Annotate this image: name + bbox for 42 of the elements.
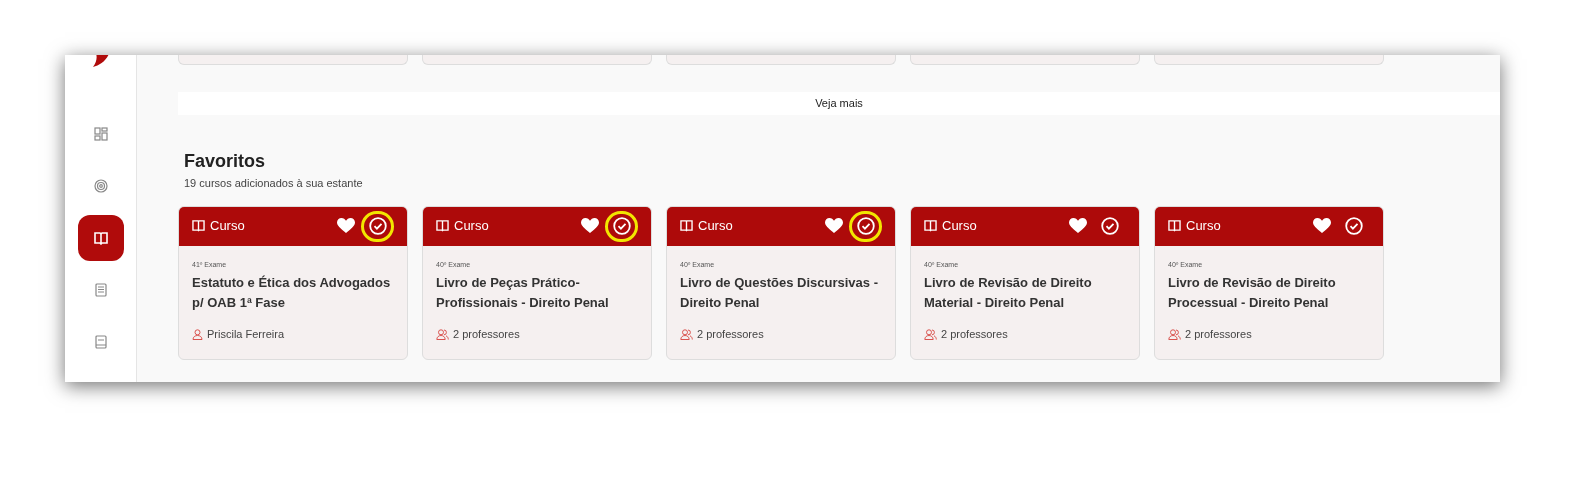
heart-icon[interactable]: [1069, 218, 1087, 234]
card-type: Curso: [698, 217, 733, 236]
card-type: Curso: [942, 217, 977, 236]
people-icon: [1168, 328, 1181, 340]
course-title: Livro de Revisão de Direito Material - Direito Penal: [924, 274, 1093, 312]
heart-icon[interactable]: [581, 218, 599, 234]
teacher-label: 2 professores: [924, 326, 1126, 343]
grid-icon: [93, 127, 108, 141]
see-more-button[interactable]: Veja mais: [178, 92, 1500, 115]
course-title: Livro de Peças Prático-Profissionais - Direito Penal: [436, 274, 610, 312]
heart-icon[interactable]: [1313, 218, 1331, 234]
sidebar-item[interactable]: [77, 215, 124, 261]
heart-icon[interactable]: [825, 218, 843, 234]
section-title: Favoritos: [184, 150, 267, 172]
book-icon: [680, 220, 693, 232]
tablet-icon: [94, 335, 107, 349]
teacher-label: 2 professores: [436, 326, 638, 343]
highlight-ring[interactable]: [849, 210, 882, 242]
highlight-ring[interactable]: [361, 210, 394, 242]
heart-icon[interactable]: [337, 218, 355, 234]
target-icon: [93, 179, 108, 193]
book-icon: [924, 220, 937, 232]
book-icon: [436, 220, 449, 232]
people-icon: [436, 328, 449, 340]
highlight-ring[interactable]: [605, 210, 638, 242]
people-icon: [680, 328, 693, 340]
teacher-label: Priscila Ferreira: [192, 326, 394, 343]
person-icon: [192, 328, 203, 340]
course-title: Livro de Questões Discursivas - Direito Penal: [680, 274, 879, 312]
notebook-icon: [94, 283, 107, 297]
card-type: Curso: [1186, 217, 1221, 236]
course-title: Estatuto e Ética dos Advogados p/ OAB 1ª Fase: [192, 274, 392, 312]
book-icon: [192, 220, 205, 232]
teacher-label: 2 professores: [680, 326, 882, 343]
book-icon: [93, 231, 108, 245]
course-title: Livro de Revisão de Direito Processual - Direito Penal: [1168, 274, 1337, 312]
book-icon: [1168, 220, 1181, 232]
card-type: Curso: [210, 217, 245, 236]
section-subtitle: 19 cursos adicionados à sua estante: [184, 176, 364, 191]
people-icon: [924, 328, 937, 340]
teacher-label: 2 professores: [1168, 326, 1370, 343]
card-type: Curso: [454, 217, 489, 236]
